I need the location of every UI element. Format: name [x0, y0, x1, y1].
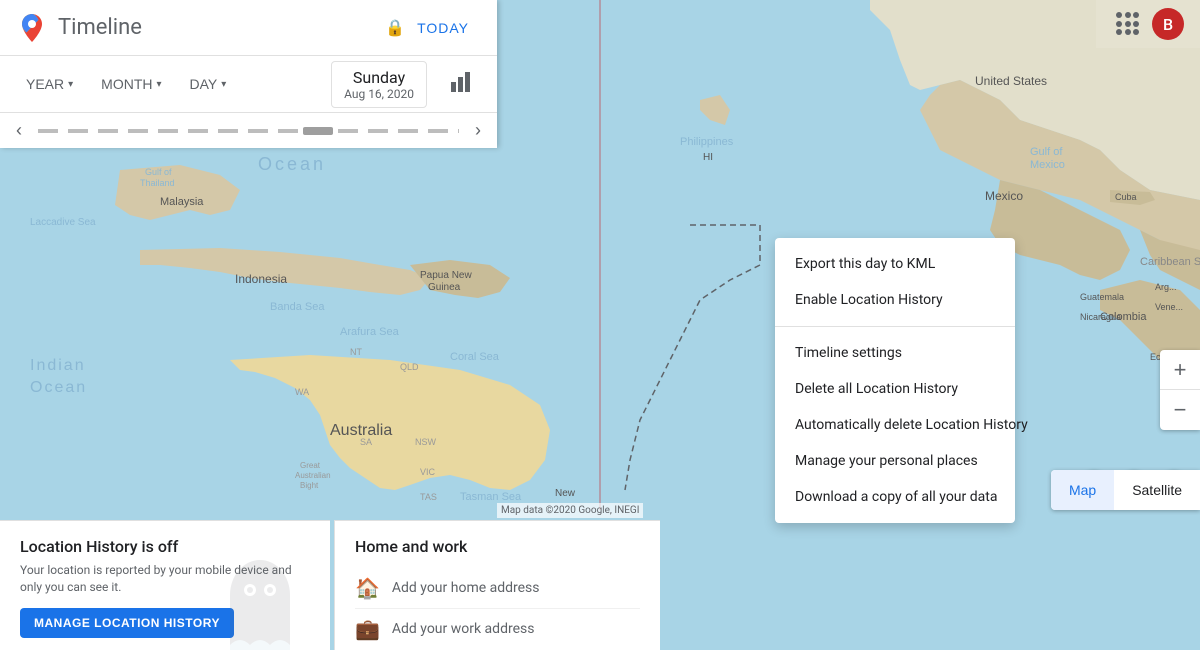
day-chevron-icon: ▾ — [221, 79, 226, 90]
svg-text:Arafura Sea: Arafura Sea — [340, 326, 400, 338]
location-history-title: Location History is off — [20, 537, 310, 556]
svg-text:Mexico: Mexico — [985, 189, 1023, 203]
svg-text:Coral Sea: Coral Sea — [450, 351, 500, 363]
svg-text:Guinea: Guinea — [428, 282, 461, 293]
bottom-panels: Location History is off Your location is… — [0, 520, 1200, 650]
map-type-satellite-button[interactable]: Satellite — [1114, 470, 1200, 510]
app-title: Timeline — [58, 15, 379, 40]
map-type-map-button[interactable]: Map — [1051, 470, 1114, 510]
svg-text:Bight: Bight — [300, 481, 319, 490]
home-work-title: Home and work — [355, 537, 640, 556]
bar-chart-icon-svg — [451, 72, 473, 92]
prev-arrow-button[interactable]: ‹ — [8, 116, 30, 145]
svg-text:TAS: TAS — [420, 492, 437, 502]
lock-icon: 🔒 — [385, 18, 405, 37]
svg-text:Ocean: Ocean — [258, 154, 326, 174]
toolbar: YEAR ▾ MONTH ▾ DAY ▾ Sunday Aug 16, 2020 — [0, 56, 497, 112]
svg-text:Nicaragua: Nicaragua — [1080, 312, 1121, 322]
svg-text:Caribbean Sea: Caribbean Sea — [1140, 256, 1200, 268]
context-menu-divider — [775, 326, 1015, 327]
svg-text:VIC: VIC — [420, 467, 436, 477]
zoom-controls: + − — [1160, 350, 1200, 430]
svg-text:Ocean: Ocean — [30, 379, 87, 396]
svg-text:Malaysia: Malaysia — [160, 196, 204, 208]
home-label: Add your home address — [392, 580, 540, 596]
month-dropdown[interactable]: MONTH ▾ — [91, 70, 171, 98]
left-panel: Timeline 🔒 TODAY YEAR ▾ MONTH ▾ DAY ▾ Su… — [0, 0, 497, 148]
svg-text:QLD: QLD — [400, 362, 419, 372]
google-maps-logo — [16, 12, 48, 44]
context-menu: Export this day to KML Enable Location H… — [775, 238, 1015, 523]
apps-grid-button[interactable] — [1112, 8, 1144, 40]
svg-text:New: New — [555, 488, 576, 499]
svg-text:WA: WA — [295, 387, 309, 397]
svg-text:Gulf of: Gulf of — [1030, 146, 1063, 158]
context-menu-item-delete-all[interactable]: Delete all Location History — [775, 371, 1015, 407]
svg-text:Australian: Australian — [295, 471, 331, 480]
svg-text:United States: United States — [975, 74, 1047, 88]
context-menu-item-export[interactable]: Export this day to KML — [775, 246, 1015, 282]
svg-text:Arg...: Arg... — [1155, 282, 1177, 292]
svg-text:Guatemala: Guatemala — [1080, 292, 1124, 302]
svg-text:Philippines: Philippines — [680, 136, 734, 148]
context-menu-item-download[interactable]: Download a copy of all your data — [775, 479, 1015, 515]
svg-text:Vene...: Vene... — [1155, 302, 1183, 312]
zoom-out-button[interactable]: − — [1160, 390, 1200, 430]
date-display: Sunday Aug 16, 2020 — [331, 61, 427, 108]
add-work-item[interactable]: 💼 Add your work address — [355, 609, 640, 649]
svg-text:NSW: NSW — [415, 437, 437, 447]
bar-chart-button[interactable] — [443, 64, 481, 105]
date-string: Aug 16, 2020 — [344, 87, 414, 101]
top-right-controls: B — [1096, 0, 1200, 48]
timeline-indicator — [303, 127, 333, 135]
add-home-item[interactable]: 🏠 Add your home address — [355, 568, 640, 609]
next-arrow-button[interactable]: › — [467, 116, 489, 145]
svg-text:Mexico: Mexico — [1030, 159, 1065, 171]
month-chevron-icon: ▾ — [156, 79, 161, 90]
year-chevron-icon: ▾ — [68, 79, 73, 90]
svg-text:Indian: Indian — [30, 357, 86, 374]
svg-text:Papua New: Papua New — [420, 270, 472, 281]
context-menu-item-enable-location[interactable]: Enable Location History — [775, 282, 1015, 318]
work-label: Add your work address — [392, 621, 535, 637]
svg-text:Great: Great — [300, 461, 321, 470]
map-type-toggle: Map Satellite — [1051, 470, 1200, 510]
svg-text:Indonesia: Indonesia — [235, 272, 287, 286]
year-dropdown[interactable]: YEAR ▾ — [16, 70, 83, 98]
map-copyright: Map data ©2020 Google, INEGI — [497, 503, 643, 518]
location-history-panel: Location History is off Your location is… — [0, 520, 330, 650]
home-icon: 🏠 — [355, 576, 380, 600]
context-menu-item-timeline-settings[interactable]: Timeline settings — [775, 335, 1015, 371]
svg-text:Tasman Sea: Tasman Sea — [460, 491, 522, 503]
nav-arrows: ‹ › — [0, 112, 497, 148]
ghost-figure-icon — [200, 560, 320, 650]
user-avatar[interactable]: B — [1152, 8, 1184, 40]
svg-text:Thailand: Thailand — [140, 178, 175, 188]
work-icon: 💼 — [355, 617, 380, 641]
svg-text:Cuba: Cuba — [1115, 192, 1137, 202]
today-button[interactable]: TODAY — [405, 12, 481, 44]
header: Timeline 🔒 TODAY — [0, 0, 497, 56]
svg-text:Gulf of: Gulf of — [145, 167, 172, 177]
context-menu-item-auto-delete[interactable]: Automatically delete Location History — [775, 407, 1015, 443]
svg-text:NT: NT — [350, 347, 362, 357]
svg-text:HI: HI — [703, 152, 713, 163]
day-dropdown[interactable]: DAY ▾ — [180, 70, 237, 98]
svg-text:Laccadive Sea: Laccadive Sea — [30, 217, 96, 228]
zoom-in-button[interactable]: + — [1160, 350, 1200, 390]
home-work-panel: Home and work 🏠 Add your home address 💼 … — [334, 520, 660, 650]
day-name: Sunday — [344, 68, 414, 87]
svg-text:SA: SA — [360, 437, 372, 447]
timeline-bar — [38, 129, 459, 133]
context-menu-item-manage-places[interactable]: Manage your personal places — [775, 443, 1015, 479]
svg-text:Banda Sea: Banda Sea — [270, 301, 325, 313]
